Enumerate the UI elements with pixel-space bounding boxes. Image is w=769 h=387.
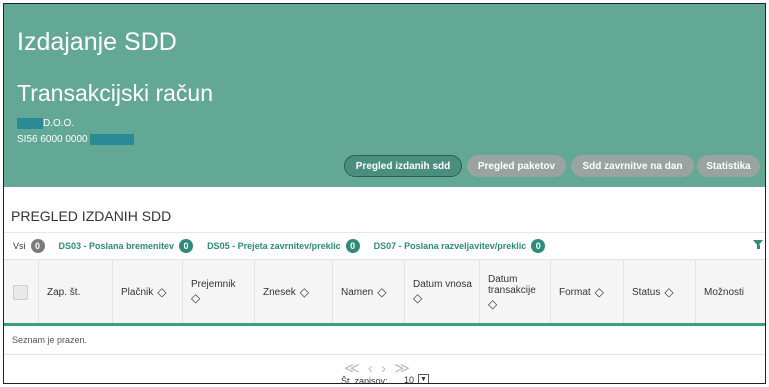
pregled-izdanih-sdd-button[interactable]: Pregled izdanih sdd xyxy=(344,155,462,177)
redacted-iban xyxy=(89,133,134,145)
filter-label: DS03 - Poslana bremenitev xyxy=(58,240,175,251)
filter-bar: Vsi 0 DS03 - Poslana bremenitev 0 DS05 -… xyxy=(4,232,765,258)
app-frame: Izdajanje SDD Transakcijski račun D.O.O.… xyxy=(3,3,766,384)
column-label: Plačnik xyxy=(121,286,154,298)
column-datum-vnosa[interactable]: Datum vnosa ◇ xyxy=(404,260,479,324)
sort-icon[interactable]: ◇ xyxy=(488,297,497,311)
chevron-down-icon[interactable]: ▼ xyxy=(418,374,430,383)
column-label: Zap. št. xyxy=(47,286,81,298)
company-name: D.O.O. xyxy=(17,117,74,129)
column-label-line2: transakcije xyxy=(488,284,536,296)
column-label: Možnosti xyxy=(704,286,745,298)
records-label: Št. zapisov: xyxy=(341,376,388,384)
pagination: ≪ ‹ › ≫ Št. zapisov: 10 ▼ xyxy=(4,355,765,384)
pregled-paketov-button[interactable]: Pregled paketov xyxy=(467,155,566,177)
column-format[interactable]: Format ◇ xyxy=(550,260,623,324)
empty-list-message: Seznam je prazen. xyxy=(4,326,765,355)
column-label: Prejemnik xyxy=(191,279,236,290)
column-zap-st[interactable]: Zap. št. xyxy=(38,260,112,324)
count-badge: 0 xyxy=(179,238,194,253)
redacted-company xyxy=(17,117,43,129)
column-label-line1: Datum xyxy=(488,273,518,285)
filter-label: Vsi xyxy=(13,240,26,251)
sort-icon[interactable]: ◇ xyxy=(157,285,166,299)
column-status[interactable]: Status ◇ xyxy=(623,260,695,324)
column-znesek[interactable]: Znesek ◇ xyxy=(254,260,332,324)
column-placnik[interactable]: Plačnik ◇ xyxy=(112,260,182,324)
account-iban: SI56 6000 0000 xyxy=(17,133,134,145)
filter-vsi[interactable]: Vsi 0 xyxy=(13,238,45,253)
count-badge: 0 xyxy=(345,238,360,253)
page-size-select[interactable]: 10 ▼ xyxy=(404,374,430,384)
column-namen[interactable]: Namen ◇ xyxy=(332,260,404,324)
filter-label: DS05 - Prejeta zavrnitev/preklic xyxy=(207,240,341,251)
column-moznosti: Možnosti xyxy=(695,260,765,324)
column-label: Format xyxy=(559,286,591,298)
sdd-zavrnitve-button[interactable]: Sdd zavrnitve na dan xyxy=(571,155,694,177)
select-all-cell xyxy=(4,260,38,324)
sort-icon[interactable]: ◇ xyxy=(413,291,422,305)
page-header: Izdajanje SDD Transakcijski račun D.O.O.… xyxy=(4,4,765,187)
column-datum-transakcije[interactable]: Datum transakcije ◇ xyxy=(479,260,550,324)
sort-icon[interactable]: ◇ xyxy=(595,285,604,299)
select-all-checkbox[interactable] xyxy=(13,285,28,300)
iban-prefix: SI56 6000 0000 xyxy=(17,133,88,145)
page-nav-arrows[interactable]: ≪ ‹ › ≫ xyxy=(344,359,412,377)
column-label: Datum vnosa xyxy=(413,279,472,290)
sort-icon[interactable]: ◇ xyxy=(664,285,673,299)
sort-icon[interactable]: ◇ xyxy=(300,285,309,299)
column-label: Znesek xyxy=(263,286,296,298)
statistika-button[interactable]: Statistika xyxy=(697,155,760,177)
filter-label: DS07 - Poslana razveljavitev/preklic xyxy=(373,240,527,251)
column-prejemnik[interactable]: Prejemnik ◇ xyxy=(182,260,254,324)
column-label: Status xyxy=(632,286,661,298)
filter-ds03[interactable]: DS03 - Poslana bremenitev 0 xyxy=(58,238,194,253)
page-size-value: 10 xyxy=(404,374,415,384)
filter-ds07[interactable]: DS07 - Poslana razveljavitev/preklic 0 xyxy=(373,238,546,253)
filter-icon-stem xyxy=(756,245,760,249)
column-label: Namen xyxy=(341,286,374,298)
company-suffix: D.O.O. xyxy=(43,117,75,129)
table-header: Zap. št. Plačnik ◇ Prejemnik ◇ Znesek ◇ … xyxy=(4,259,765,324)
filter-ds05[interactable]: DS05 - Prejeta zavrnitev/preklic 0 xyxy=(207,238,360,253)
account-title: Transakcijski račun xyxy=(17,80,213,106)
sort-icon[interactable]: ◇ xyxy=(377,285,386,299)
sort-icon[interactable]: ◇ xyxy=(191,291,200,305)
count-badge: 0 xyxy=(30,238,45,253)
count-badge: 0 xyxy=(531,238,546,253)
section-title: PREGLED IZDANIH SDD xyxy=(11,208,172,224)
app-title: Izdajanje SDD xyxy=(17,28,177,56)
